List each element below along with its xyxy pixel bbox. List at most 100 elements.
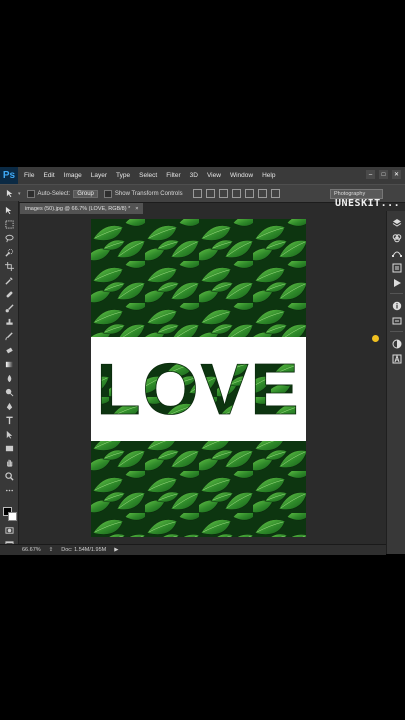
history-icon — [392, 263, 401, 272]
layers-panel-button[interactable] — [391, 217, 402, 228]
hand-tool[interactable] — [4, 457, 14, 467]
tools-panel — [0, 201, 19, 554]
quick-select-icon — [4, 248, 13, 257]
channels-panel-button[interactable] — [391, 232, 402, 243]
blur-icon — [7, 374, 11, 382]
quick-select-tool[interactable] — [4, 247, 14, 257]
zoom-level[interactable]: 66.67% — [22, 547, 41, 553]
align-buttons — [192, 189, 280, 198]
properties-panel-button[interactable] — [391, 315, 402, 326]
menu-bar: Ps File Edit Image Layer Type Select Fil… — [0, 167, 405, 184]
menu-filter[interactable]: Filter — [166, 172, 180, 179]
shape-tool[interactable] — [4, 443, 14, 453]
eraser-tool[interactable] — [4, 345, 14, 355]
history-brush-icon — [4, 331, 13, 340]
history-panel-button[interactable] — [391, 262, 402, 273]
adjustments-panel-button[interactable] — [391, 338, 402, 349]
document-tab[interactable]: images (50).jpg @ 66.7% (LOVE, RGB/8) * … — [20, 203, 144, 214]
auto-select-label: Auto-Select: — [37, 190, 71, 197]
auto-select-dropdown[interactable]: Group — [73, 189, 98, 198]
lasso-tool[interactable] — [4, 233, 14, 243]
zoom-tool[interactable] — [4, 471, 14, 481]
menu-select[interactable]: Select — [139, 172, 157, 179]
move-tool-preset[interactable]: ▾ — [6, 189, 21, 198]
move-tool-icon — [6, 189, 13, 198]
play-icon — [393, 278, 401, 287]
align-bottom-icon[interactable] — [218, 189, 228, 198]
align-center-icon[interactable] — [244, 189, 254, 198]
export-icon[interactable]: ⇪ — [49, 547, 54, 553]
menu-file[interactable]: File — [24, 172, 34, 179]
paths-icon — [391, 251, 402, 257]
gradient-icon — [5, 361, 13, 367]
channels-icon — [392, 233, 401, 242]
history-brush-tool[interactable] — [4, 331, 14, 341]
window-controls: – □ ✕ — [366, 170, 401, 179]
stamp-icon — [5, 318, 13, 325]
align-top-icon[interactable] — [192, 189, 202, 198]
bandage-icon — [6, 291, 12, 297]
zoom-icon — [4, 471, 14, 481]
type-tool[interactable] — [4, 415, 14, 425]
eyedropper-tool[interactable] — [4, 275, 14, 285]
align-left-icon[interactable] — [231, 189, 241, 198]
document-canvas[interactable]: LOVE — [91, 219, 306, 537]
quick-mask-icon — [4, 526, 14, 534]
actions-panel-button[interactable] — [391, 277, 402, 288]
gradient-tool[interactable] — [4, 359, 14, 369]
align-right-icon[interactable] — [257, 189, 267, 198]
maximize-button[interactable]: □ — [379, 170, 388, 179]
character-panel-button[interactable] — [391, 353, 402, 364]
mouse-cursor-highlight — [372, 335, 379, 342]
move-tool[interactable] — [4, 205, 14, 215]
marquee-icon — [4, 219, 14, 229]
align-middle-icon[interactable] — [205, 189, 215, 198]
menu-type[interactable]: Type — [116, 172, 130, 179]
ellipsis-icon — [5, 489, 13, 491]
stamp-tool[interactable] — [4, 317, 14, 327]
paths-panel-button[interactable] — [391, 247, 402, 258]
brush-tool[interactable] — [4, 303, 14, 313]
channel-watermark: UNESKIT... — [335, 198, 401, 209]
menu-3d[interactable]: 3D — [190, 172, 198, 179]
dodge-tool[interactable] — [4, 387, 14, 397]
auto-select-checkbox[interactable] — [26, 189, 35, 198]
menu-help[interactable]: Help — [262, 172, 275, 179]
rectangle-icon — [5, 445, 13, 451]
photoshop-window: Ps File Edit Image Layer Type Select Fil… — [0, 167, 405, 555]
quick-mask-button[interactable] — [4, 525, 14, 535]
show-transform-label: Show Transform Controls — [114, 190, 183, 197]
type-icon — [5, 416, 13, 424]
path-select-tool[interactable] — [4, 429, 14, 439]
menu-view[interactable]: View — [207, 172, 221, 179]
minimize-button[interactable]: – — [366, 170, 375, 179]
more-tools[interactable] — [4, 485, 14, 495]
close-button[interactable]: ✕ — [392, 170, 401, 179]
background-color-swatch[interactable] — [8, 512, 17, 521]
character-icon — [392, 353, 401, 363]
document-tab-close[interactable]: × — [135, 206, 138, 212]
menu-window[interactable]: Window — [230, 172, 253, 179]
document-tab-title: images (50).jpg @ 66.7% (LOVE, RGB/8) * — [25, 205, 131, 212]
brush-icon — [5, 303, 14, 312]
panel-dock — [386, 211, 405, 554]
info-icon — [392, 301, 401, 310]
photoshop-logo: Ps — [0, 167, 18, 184]
menu-edit[interactable]: Edit — [43, 172, 54, 179]
pen-tool[interactable] — [4, 401, 14, 411]
properties-icon — [392, 317, 401, 324]
menu-layer[interactable]: Layer — [91, 172, 107, 179]
eraser-icon — [5, 347, 13, 353]
path-select-icon — [6, 430, 12, 439]
document-size: Doc: 1.54M/1.95M — [61, 547, 107, 553]
status-menu-arrow-icon[interactable]: ▶ — [114, 547, 118, 553]
info-panel-button[interactable] — [391, 300, 402, 311]
hand-icon — [6, 459, 12, 467]
marquee-tool[interactable] — [4, 219, 14, 229]
distribute-icon[interactable] — [270, 189, 280, 198]
blur-tool[interactable] — [4, 373, 14, 383]
healing-tool[interactable] — [4, 289, 14, 299]
menu-image[interactable]: Image — [64, 172, 82, 179]
crop-tool[interactable] — [4, 261, 14, 271]
show-transform-checkbox[interactable] — [103, 189, 112, 198]
